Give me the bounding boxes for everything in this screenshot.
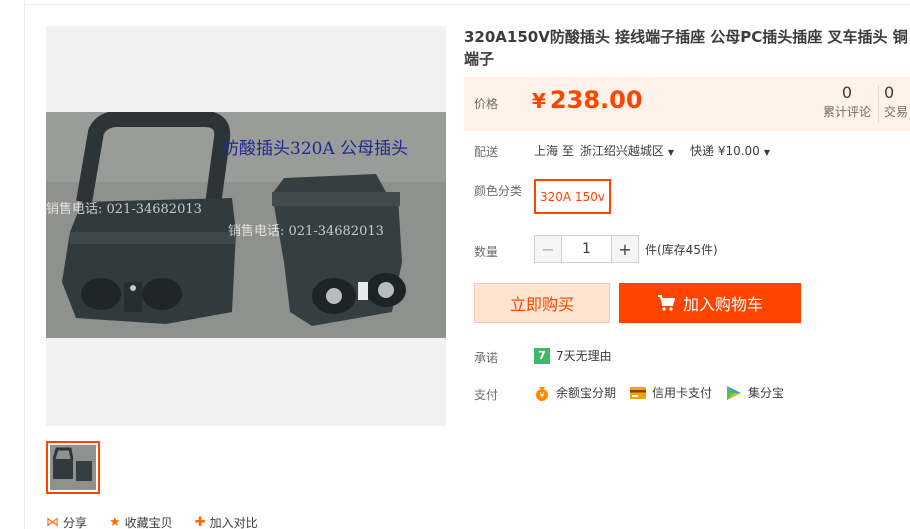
thumbnail-illustration bbox=[50, 445, 96, 490]
share-actions: ⋈ 分享 ★ 收藏宝贝 ✚ 加入对比 bbox=[46, 514, 258, 529]
payment-method-label: 集分宝 bbox=[748, 386, 785, 400]
delivery-from: 上海 至 bbox=[534, 144, 574, 158]
quantity-input[interactable]: 1 bbox=[562, 235, 611, 263]
quantity-decrease-button[interactable]: − bbox=[534, 235, 562, 263]
favorite-label: 收藏宝贝 bbox=[124, 516, 173, 529]
cart-icon bbox=[657, 295, 675, 311]
currency-symbol: ¥ bbox=[532, 89, 546, 113]
payment-method-credit-card[interactable]: 信用卡支付 bbox=[630, 384, 712, 401]
delivery-row: 上海 至 浙江绍兴越城区 ▼ 快递 ¥10.00 ▼ bbox=[534, 142, 770, 159]
compare-link[interactable]: ✚ 加入对比 bbox=[195, 514, 258, 529]
main-product-image[interactable]: 防酸插头320A 公母插头 销售电话: 021-34682013 销售电话: 0… bbox=[46, 26, 446, 426]
add-to-cart-label: 加入购物车 bbox=[682, 295, 763, 314]
reviews-stat[interactable]: 0 累计评论 bbox=[816, 83, 878, 121]
delivery-destination: 浙江绍兴越城区 bbox=[579, 144, 664, 158]
money-bag-icon: ¥ bbox=[536, 386, 548, 401]
quantity-stepper: − 1 + 件(库存45件) bbox=[534, 235, 718, 263]
delivery-destination-select[interactable]: 浙江绍兴越城区 ▼ bbox=[580, 142, 674, 159]
caret-down-icon: ▼ bbox=[763, 148, 770, 157]
share-icon: ⋈ bbox=[46, 515, 59, 529]
watermark-phone: 销售电话: 021-34682013 bbox=[228, 224, 384, 239]
compare-label: 加入对比 bbox=[209, 516, 258, 529]
sku-label: 颜色分类 bbox=[474, 184, 523, 198]
price-label: 价格 bbox=[474, 97, 499, 111]
credit-card-icon bbox=[630, 386, 647, 399]
payment-method-label: 信用卡支付 bbox=[652, 386, 713, 400]
trades-label: 交易 bbox=[884, 105, 909, 119]
thumbnail-image bbox=[50, 445, 96, 490]
promise-row[interactable]: 7 7天无理由 bbox=[534, 347, 612, 364]
add-to-cart-button[interactable]: 加入购物车 bbox=[619, 283, 801, 323]
quantity-label: 数量 bbox=[474, 245, 499, 259]
thumbnail-selected[interactable] bbox=[46, 441, 100, 494]
svg-text:¥: ¥ bbox=[539, 391, 544, 400]
price-value: ¥238.00 bbox=[532, 86, 643, 114]
photo-caption: 防酸插头320A 公母插头 bbox=[222, 139, 409, 159]
share-label: 分享 bbox=[63, 516, 88, 529]
quantity-increase-button[interactable]: + bbox=[611, 235, 639, 263]
watermark-phone: 销售电话: 021-34682013 bbox=[46, 202, 202, 217]
buy-now-label: 立即购买 bbox=[509, 295, 574, 314]
seven-day-return-icon: 7 bbox=[534, 347, 550, 364]
shipping-fee: 快递 ¥10.00 bbox=[690, 144, 760, 158]
payment-method-label: 余额宝分期 bbox=[556, 386, 617, 400]
stat-divider bbox=[878, 85, 879, 123]
stock-info: 件(库存45件) bbox=[645, 242, 718, 257]
product-photo: 防酸插头320A 公母插头 销售电话: 021-34682013 销售电话: 0… bbox=[46, 112, 446, 338]
trades-count: 0 bbox=[884, 83, 895, 102]
frame-divider-left bbox=[24, 0, 25, 529]
star-icon: ★ bbox=[109, 515, 121, 529]
promise-text: 7天无理由 bbox=[556, 349, 612, 363]
favorite-link[interactable]: ★ 收藏宝贝 bbox=[109, 514, 173, 529]
promise-label: 承诺 bbox=[474, 351, 499, 365]
reviews-count: 0 bbox=[841, 83, 853, 102]
delivery-label: 配送 bbox=[474, 145, 499, 159]
trades-stat[interactable]: 0 交易 bbox=[884, 83, 910, 121]
price-panel: 价格 ¥238.00 0 累计评论 0 交易 bbox=[464, 77, 910, 131]
share-link[interactable]: ⋈ 分享 bbox=[46, 514, 87, 529]
caret-down-icon: ▼ bbox=[667, 148, 674, 157]
payment-method-jifenbao[interactable]: 集分宝 bbox=[726, 384, 784, 401]
sku-option-selected[interactable]: 320A 150v bbox=[534, 179, 611, 214]
price-amount: 238.00 bbox=[549, 86, 643, 114]
buy-now-button[interactable]: 立即购买 bbox=[474, 283, 610, 323]
product-title: 320A150V防酸插头 接线端子插座 公母PC插头插座 叉车插头 铜端子 bbox=[464, 28, 908, 68]
jifenbao-icon bbox=[727, 385, 742, 400]
frame-divider-top bbox=[24, 4, 910, 5]
plus-icon: ✚ bbox=[194, 515, 206, 529]
reviews-label: 累计评论 bbox=[822, 105, 871, 119]
payment-label: 支付 bbox=[474, 388, 499, 402]
payment-method-yuebao[interactable]: ¥ 余额宝分期 bbox=[534, 384, 616, 401]
payment-methods: ¥ 余额宝分期 信用卡支付 集分宝 bbox=[534, 384, 784, 401]
shipping-select[interactable]: 快递 ¥10.00 ▼ bbox=[690, 142, 770, 159]
